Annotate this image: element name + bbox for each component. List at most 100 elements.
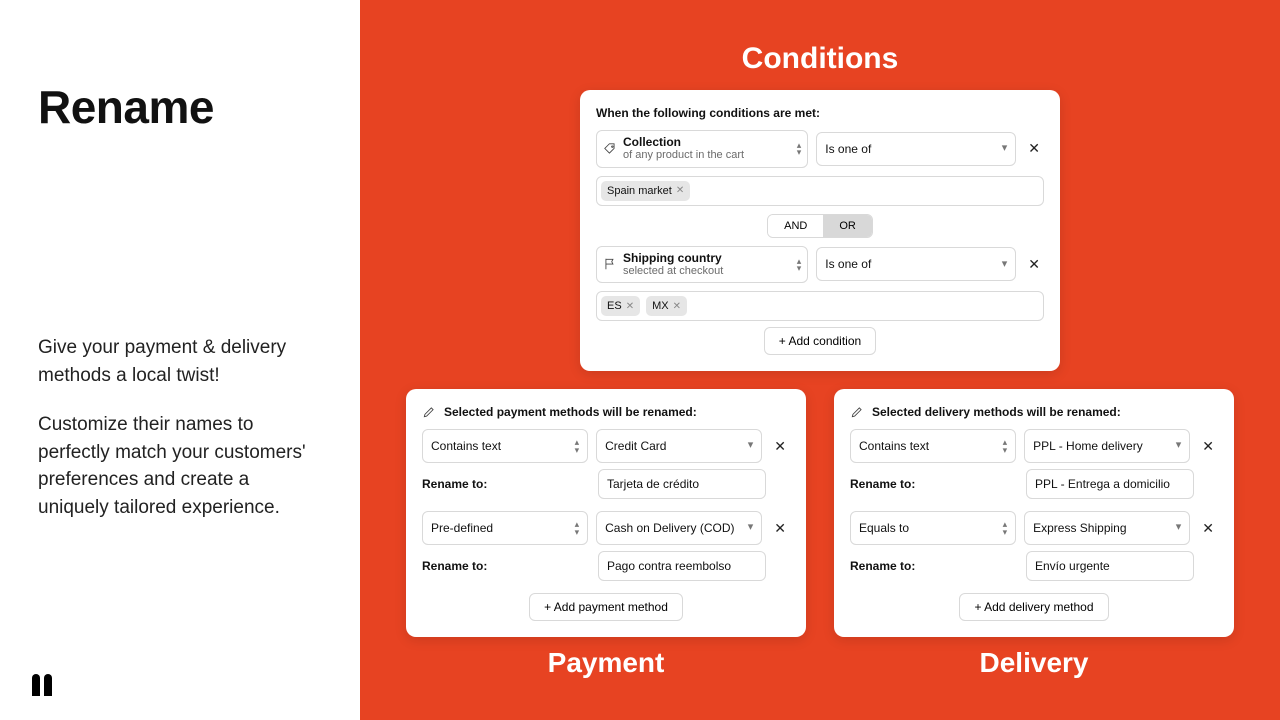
- cond-attr-title: Collection: [623, 135, 797, 149]
- chevron-down-icon: ▾: [748, 524, 754, 532]
- condition-attribute-select[interactable]: Shipping country selected at checkout ▴▾: [596, 246, 808, 284]
- delivery-header: Selected delivery methods will be rename…: [872, 405, 1121, 419]
- tag-label: Spain market: [607, 185, 672, 197]
- rename-row: Rename to: Envío urgente: [850, 551, 1218, 581]
- close-icon: ✕: [774, 520, 786, 536]
- cond-operator: Is one of: [825, 142, 871, 156]
- rename-label: Rename to:: [850, 477, 1018, 491]
- bottom-titles: Payment Delivery: [400, 637, 1240, 679]
- tag-label: ES: [607, 300, 622, 312]
- close-icon: ✕: [1202, 520, 1214, 536]
- remove-rule-button[interactable]: ✕: [1198, 518, 1218, 539]
- add-condition-button[interactable]: + Add condition: [764, 327, 876, 355]
- rename-label: Rename to:: [422, 559, 590, 573]
- rename-input[interactable]: Envío urgente: [1026, 551, 1194, 581]
- condition-row: Collection of any product in the cart ▴▾…: [596, 130, 1044, 168]
- match-type: Pre-defined: [431, 521, 493, 535]
- pencil-icon: [422, 405, 436, 419]
- match-type-select[interactable]: Contains text ▴▾: [422, 429, 588, 463]
- logic-toggle: AND OR: [596, 214, 1044, 238]
- match-type: Contains text: [431, 439, 501, 453]
- tag-icon: [603, 142, 617, 156]
- value-tag[interactable]: ES ✕: [601, 296, 640, 316]
- rename-label: Rename to:: [422, 477, 590, 491]
- right-panel: Conditions When the following conditions…: [360, 0, 1280, 720]
- close-icon: ✕: [1202, 438, 1214, 454]
- match-value-select[interactable]: Express Shipping ▾: [1024, 511, 1190, 545]
- rename-row: Rename to: Pago contra reembolso: [422, 551, 790, 581]
- cond-attr-sub: of any product in the cart: [623, 149, 797, 162]
- chevron-updown-icon: ▴▾: [1003, 439, 1008, 453]
- chevron-updown-icon: ▴▾: [797, 258, 802, 272]
- chevron-updown-icon: ▴▾: [797, 142, 802, 156]
- condition-values-input[interactable]: Spain market ✕: [596, 176, 1044, 206]
- rename-input[interactable]: Tarjeta de crédito: [598, 469, 766, 499]
- logic-or[interactable]: OR: [823, 215, 872, 237]
- chevron-updown-icon: ▴▾: [575, 439, 580, 453]
- remove-rule-button[interactable]: ✕: [770, 436, 790, 457]
- match-value-select[interactable]: PPL - Home delivery ▾: [1024, 429, 1190, 463]
- delivery-rule-row: Equals to ▴▾ Express Shipping ▾ ✕: [850, 511, 1218, 545]
- value-tag[interactable]: MX ✕: [646, 296, 687, 316]
- condition-operator-select[interactable]: Is one of ▾: [816, 247, 1016, 281]
- logic-and[interactable]: AND: [768, 215, 823, 237]
- payment-card: Selected payment methods will be renamed…: [406, 389, 806, 637]
- rename-value: Envío urgente: [1035, 559, 1110, 573]
- chevron-down-icon: ▾: [1176, 442, 1182, 450]
- pencil-icon: [850, 405, 864, 419]
- conditions-header: When the following conditions are met:: [596, 106, 1044, 120]
- conditions-title: Conditions: [400, 42, 1240, 76]
- add-delivery-method-button[interactable]: + Add delivery method: [959, 593, 1108, 621]
- match-value: Credit Card: [605, 439, 666, 453]
- match-type-select[interactable]: Contains text ▴▾: [850, 429, 1016, 463]
- match-value-select[interactable]: Cash on Delivery (COD) ▾: [596, 511, 762, 545]
- match-value: PPL - Home delivery: [1033, 439, 1143, 453]
- rename-row: Rename to: PPL - Entrega a domicilio: [850, 469, 1218, 499]
- payment-title: Payment: [406, 647, 806, 679]
- delivery-card: Selected delivery methods will be rename…: [834, 389, 1234, 637]
- close-icon: ✕: [1028, 140, 1040, 156]
- chevron-down-icon: ▾: [748, 442, 754, 450]
- match-type: Contains text: [859, 439, 929, 453]
- remove-condition-button[interactable]: ✕: [1024, 138, 1044, 159]
- chevron-down-icon: ▾: [1176, 524, 1182, 532]
- match-value: Cash on Delivery (COD): [605, 521, 734, 535]
- page-title: Rename: [38, 80, 322, 134]
- chevron-updown-icon: ▴▾: [575, 521, 580, 535]
- bottom-row: Selected payment methods will be renamed…: [400, 389, 1240, 637]
- delivery-title: Delivery: [834, 647, 1234, 679]
- remove-rule-button[interactable]: ✕: [770, 518, 790, 539]
- tag-remove-icon[interactable]: ✕: [676, 185, 684, 196]
- chevron-down-icon: ▾: [1002, 145, 1008, 153]
- condition-values-input[interactable]: ES ✕ MX ✕: [596, 291, 1044, 321]
- rename-label: Rename to:: [850, 559, 1018, 573]
- cond-attr-sub: selected at checkout: [623, 265, 797, 278]
- match-type-select[interactable]: Pre-defined ▴▾: [422, 511, 588, 545]
- remove-condition-button[interactable]: ✕: [1024, 254, 1044, 275]
- conditions-card: When the following conditions are met: C…: [580, 90, 1060, 371]
- remove-rule-button[interactable]: ✕: [1198, 436, 1218, 457]
- rename-row: Rename to: Tarjeta de crédito: [422, 469, 790, 499]
- add-payment-method-button[interactable]: + Add payment method: [529, 593, 683, 621]
- match-type-select[interactable]: Equals to ▴▾: [850, 511, 1016, 545]
- left-panel: Rename Give your payment & delivery meth…: [0, 0, 360, 720]
- condition-attribute-select[interactable]: Collection of any product in the cart ▴▾: [596, 130, 808, 168]
- tag-remove-icon[interactable]: ✕: [626, 301, 634, 312]
- intro-para-2: Customize their names to perfectly match…: [38, 411, 322, 521]
- match-value: Express Shipping: [1033, 521, 1126, 535]
- condition-operator-select[interactable]: Is one of ▾: [816, 132, 1016, 166]
- rename-value: PPL - Entrega a domicilio: [1035, 477, 1170, 491]
- payment-rule-row: Contains text ▴▾ Credit Card ▾ ✕: [422, 429, 790, 463]
- condition-row: Shipping country selected at checkout ▴▾…: [596, 246, 1044, 284]
- rename-input[interactable]: PPL - Entrega a domicilio: [1026, 469, 1194, 499]
- tag-remove-icon[interactable]: ✕: [673, 301, 681, 312]
- match-value-select[interactable]: Credit Card ▾: [596, 429, 762, 463]
- rename-input[interactable]: Pago contra reembolso: [598, 551, 766, 581]
- brand-logo: [32, 674, 52, 696]
- rename-value: Tarjeta de crédito: [607, 477, 699, 491]
- rename-value: Pago contra reembolso: [607, 559, 731, 573]
- value-tag[interactable]: Spain market ✕: [601, 181, 690, 201]
- cond-attr-title: Shipping country: [623, 251, 797, 265]
- match-type: Equals to: [859, 521, 909, 535]
- chevron-down-icon: ▾: [1002, 261, 1008, 269]
